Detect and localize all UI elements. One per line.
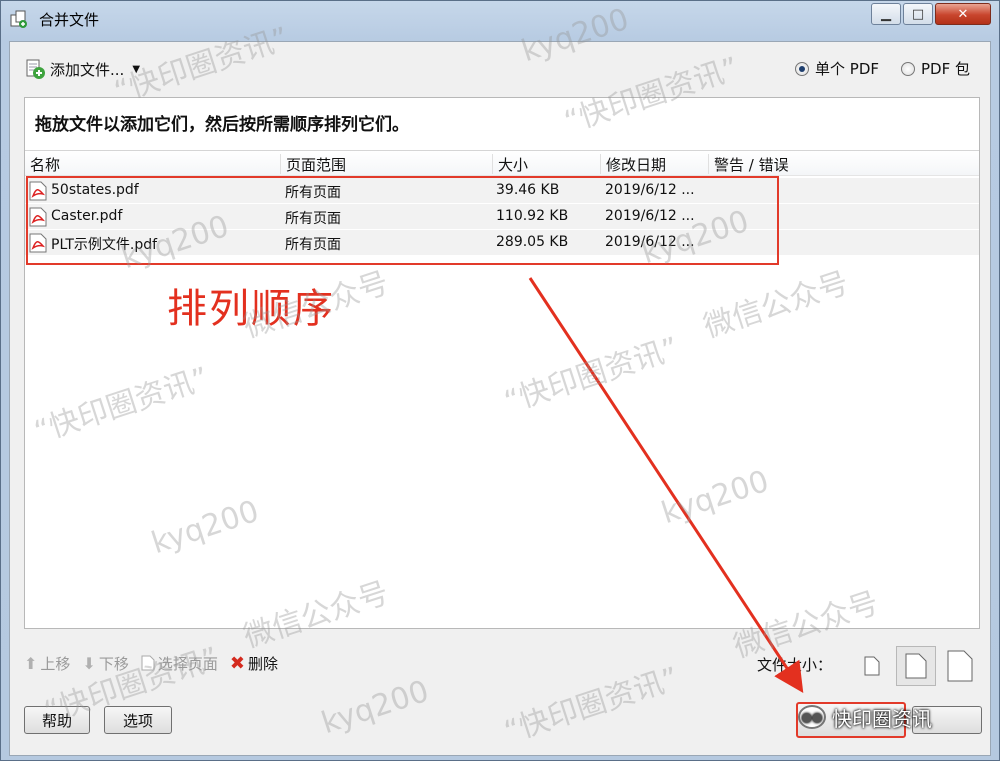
- wechat-badge-text: 快印圈资讯: [832, 706, 932, 731]
- file-page-range: 所有页面: [285, 185, 341, 201]
- arrow-down-icon: ⬇: [82, 653, 96, 673]
- move-down-label: 下移: [98, 654, 129, 673]
- thumbnail-medium-button[interactable]: [896, 646, 936, 686]
- bottom-toolbar: ⬆ 上移 ⬇ 下移 选择页面 ✖ 删除 文件大小：: [24, 646, 980, 686]
- title-bar: 合并文件 ▁ □ ✕: [1, 1, 999, 35]
- add-file-icon: [26, 59, 45, 79]
- file-list-panel[interactable]: 拖放文件以添加它们，然后按所需顺序排列它们。 名称 页面范围 大小 修改日期 警…: [24, 97, 980, 629]
- page-large-icon: [947, 650, 973, 682]
- move-down-button[interactable]: ⬇ 下移: [82, 653, 128, 674]
- file-page-range: 所有页面: [285, 211, 341, 227]
- instruction-text: 拖放文件以添加它们，然后按所需顺序排列它们。: [35, 115, 409, 135]
- delete-button[interactable]: ✖ 删除: [230, 653, 278, 674]
- minimize-button[interactable]: ▁: [871, 3, 901, 25]
- wechat-icon: ●●: [798, 705, 826, 729]
- minimize-icon: ▁: [881, 6, 891, 22]
- maximize-icon: □: [911, 6, 925, 22]
- radio-selected-icon: [795, 61, 809, 76]
- file-size: 289.05 KB: [496, 234, 569, 250]
- thumbnail-small-button[interactable]: [852, 646, 892, 686]
- toolbar: 添加文件... ▼ 单个 PDF PDF 包: [10, 42, 990, 96]
- annotation-order-text: 排列顺序: [167, 286, 335, 332]
- radio-single-pdf[interactable]: 单个 PDF: [795, 58, 879, 79]
- column-header-name[interactable]: 名称: [25, 154, 280, 174]
- radio-pdf-portfolio[interactable]: PDF 包: [901, 58, 970, 79]
- options-button-label: 选项: [122, 711, 153, 730]
- move-up-button[interactable]: ⬆ 上移: [24, 653, 70, 674]
- file-size: 39.46 KB: [496, 182, 560, 198]
- move-up-label: 上移: [40, 654, 71, 673]
- file-size: 110.92 KB: [496, 208, 569, 224]
- radio-unselected-icon: [901, 61, 915, 76]
- file-name: Caster.pdf: [51, 208, 123, 224]
- help-button[interactable]: 帮助: [24, 706, 90, 734]
- table-row[interactable]: 50states.pdf 所有页面 39.46 KB 2019/6/12 ...: [25, 178, 979, 204]
- add-files-dropdown[interactable]: 添加文件... ▼: [24, 56, 140, 82]
- close-icon: ✕: [957, 6, 969, 22]
- page-icon: [141, 655, 155, 671]
- column-header-page-range[interactable]: 页面范围: [280, 154, 492, 174]
- column-header-modified-date[interactable]: 修改日期: [600, 154, 708, 174]
- column-header-size[interactable]: 大小: [492, 154, 600, 174]
- file-size-label: 文件大小：: [756, 656, 832, 674]
- page-small-icon: [864, 656, 880, 676]
- column-header-warnings[interactable]: 警告 / 错误: [708, 154, 978, 174]
- thumbnail-large-button[interactable]: [940, 646, 980, 686]
- table-row[interactable]: PLT示例文件.pdf 所有页面 289.05 KB 2019/6/12 ...: [25, 230, 979, 256]
- merge-app-icon: [10, 10, 27, 28]
- delete-label: 删除: [247, 654, 278, 673]
- arrow-up-icon: ⬆: [24, 653, 38, 673]
- radio-single-pdf-label: 单个 PDF: [815, 60, 879, 78]
- thumbnail-size-group: [852, 646, 980, 686]
- file-modified-date: 2019/6/12 ...: [605, 182, 695, 198]
- file-name: PLT示例文件.pdf: [51, 237, 158, 253]
- file-modified-date: 2019/6/12 ...: [605, 234, 695, 250]
- options-button[interactable]: 选项: [104, 706, 172, 734]
- file-name: 50states.pdf: [51, 182, 139, 198]
- pdf-file-icon: [29, 233, 47, 253]
- choose-pages-button[interactable]: 选择页面: [141, 653, 218, 674]
- chevron-down-icon: ▼: [132, 63, 141, 75]
- add-files-label: 添加文件...: [50, 60, 125, 79]
- delete-x-icon: ✖: [229, 652, 245, 674]
- help-button-label: 帮助: [41, 711, 72, 730]
- output-type-group: 单个 PDF PDF 包: [795, 58, 970, 79]
- merge-files-window: 合并文件 ▁ □ ✕ 添加文件... ▼ 单个 PDF PDF 包 拖放文件以添…: [0, 0, 1000, 761]
- table-header: 名称 页面范围 大小 修改日期 警告 / 错误: [25, 150, 979, 176]
- dialog-client-area: 添加文件... ▼ 单个 PDF PDF 包 拖放文件以添加它们，然后按所需顺序…: [9, 41, 991, 756]
- file-rows: 50states.pdf 所有页面 39.46 KB 2019/6/12 ...…: [25, 178, 979, 256]
- choose-pages-label: 选择页面: [157, 654, 218, 673]
- page-medium-icon: [905, 653, 927, 679]
- window-title: 合并文件: [39, 11, 100, 29]
- close-button[interactable]: ✕: [935, 3, 991, 25]
- table-row[interactable]: Caster.pdf 所有页面 110.92 KB 2019/6/12 ...: [25, 204, 979, 230]
- radio-pdf-portfolio-label: PDF 包: [921, 60, 970, 78]
- pdf-file-icon: [29, 207, 47, 227]
- file-modified-date: 2019/6/12 ...: [605, 208, 695, 224]
- maximize-button[interactable]: □: [903, 3, 933, 25]
- wechat-watermark-badge: ●● 快印圈资讯: [798, 700, 988, 734]
- file-page-range: 所有页面: [285, 237, 341, 253]
- pdf-file-icon: [29, 181, 47, 201]
